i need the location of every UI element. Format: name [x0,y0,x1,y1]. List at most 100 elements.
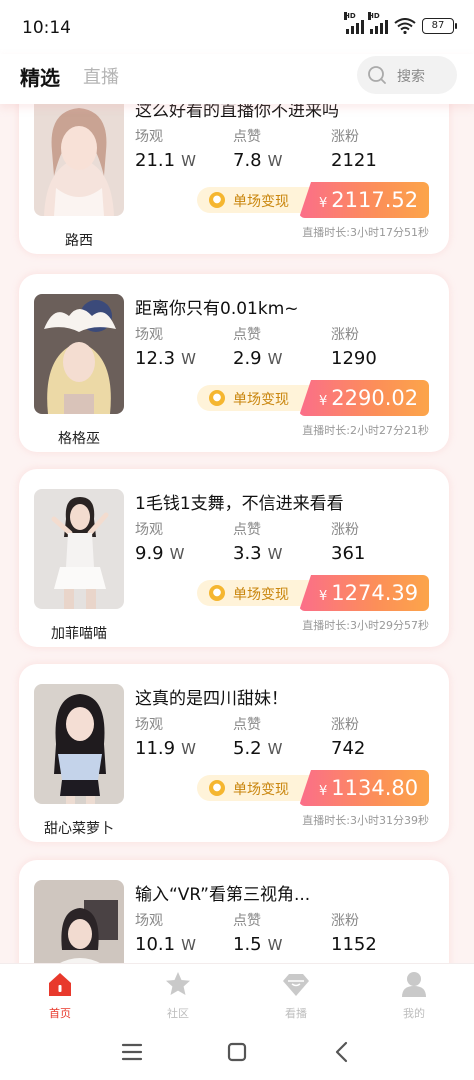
streamer-card[interactable]: 加菲喵喵 1毛钱1支舞，不信进来看看 场观 9.9 W 点赞 3.3 W 涨粉 36… [19,469,449,647]
stat-label: 点赞 [233,129,261,145]
streamer-name: 甜心菜萝卜 [44,821,114,837]
stat-unit: W [181,740,196,758]
stream-duration: 直播时长:3小时31分39秒 [302,814,429,827]
search-icon [368,66,386,84]
earnings-amount: ¥2117.52 [299,182,429,218]
stat-value: 1290 [331,348,377,369]
coin-icon: ● [209,192,225,208]
stat-unit: W [181,936,196,954]
signal-badge: HD [368,12,380,20]
stat-label: 场观 [135,129,163,145]
nav-label: 我的 [403,1007,425,1020]
stat-unit: W [181,152,196,170]
stat-likes: 点赞 7.8 W [233,126,282,171]
diamond-icon [283,974,309,996]
stat-views: 场观 10.1 W [135,910,196,955]
person-icon [402,972,426,997]
earnings-amount: ¥1274.39 [299,575,429,611]
stat-likes: 点赞 5.2 W [233,714,282,759]
stat-unit: W [181,350,196,368]
streamer-avatar[interactable] [34,96,124,216]
status-time: 10:14 [22,18,71,38]
stat-label: 点赞 [233,327,261,343]
battery-icon: 87 [422,18,457,34]
stat-fans: 涨粉 1152 [331,910,377,955]
stat-label: 点赞 [233,913,261,929]
stream-duration: 直播时长:3小时29分57秒 [302,619,429,632]
amount-value: 2290.02 [331,386,419,410]
earnings-label: 单场变现 [233,392,289,408]
stat-label: 涨粉 [331,717,359,733]
menu-icon[interactable] [120,1041,144,1063]
home-icon [49,973,71,996]
streamer-card[interactable]: 甜心菜萝卜 这真的是四川甜妹！ 场观 11.9 W 点赞 5.2 W 涨粉 742 … [19,664,449,842]
stat-unit: W [267,152,283,170]
stream-title[interactable]: 这真的是四川甜妹！ [135,684,288,709]
tab-live[interactable]: 直播 [83,63,119,89]
status-icons: HD HD 87 [344,12,457,34]
stat-views: 场观 21.1 W [135,126,196,171]
stat-value: 21.1 [135,150,176,171]
back-icon[interactable] [330,1041,354,1063]
search-placeholder: 搜索 [397,69,425,85]
tab-featured[interactable]: 精选 [20,62,60,91]
search-box[interactable]: 搜索 [357,56,457,94]
nav-label: 首页 [49,1007,71,1020]
signal-badge: HD [344,12,356,20]
stat-label: 点赞 [233,522,261,538]
earnings-label: 单场变现 [233,194,289,210]
home-square-icon[interactable] [225,1041,249,1063]
stat-value: 9.9 [135,543,164,564]
coin-icon: ● [209,585,225,601]
stat-value: 2121 [331,150,377,171]
stat-value: 1.5 [233,934,262,955]
stat-value: 10.1 [135,934,176,955]
stat-unit: W [267,350,283,368]
streamer-name: 格格巫 [58,431,100,447]
currency-symbol: ¥ [319,589,328,604]
stream-title[interactable]: 1毛钱1支舞，不信进来看看 [135,489,344,514]
signal-icon: HD [344,12,364,34]
stat-fans: 涨粉 742 [331,714,365,759]
stat-views: 场观 11.9 W [135,714,196,759]
wifi-icon [394,18,416,34]
stat-views: 场观 9.9 W [135,519,184,564]
nav-watch[interactable]: 看播 [266,970,326,1021]
stat-unit: W [267,936,283,954]
system-nav-bar [0,1023,474,1080]
amount-value: 1134.80 [331,776,419,800]
stat-fans: 涨粉 361 [331,519,365,564]
streamer-avatar[interactable] [34,489,124,609]
nav-me[interactable]: 我的 [384,970,444,1021]
stat-label: 场观 [135,717,163,733]
stat-label: 场观 [135,522,163,538]
stat-value: 2.9 [233,348,262,369]
stat-unit: W [169,545,185,563]
streamer-name: 路西 [65,233,93,249]
nav-home[interactable]: 首页 [30,970,90,1021]
stat-value: 3.3 [233,543,262,564]
stream-duration: 直播时长:2小时27分21秒 [302,424,429,437]
status-bar: 10:14 HD HD 87 [0,0,474,54]
nav-community[interactable]: 社区 [148,970,208,1021]
stream-title[interactable]: 距离你只有0.01km~ [135,294,299,319]
stat-likes: 点赞 2.9 W [233,324,282,369]
stream-title[interactable]: 输入“VR”看第三视角... [135,880,310,905]
stat-label: 场观 [135,913,163,929]
stat-value: 11.9 [135,738,176,759]
streamer-avatar[interactable] [34,684,124,804]
bottom-nav: 首页 社区 看播 我的 [0,963,474,1023]
nav-label: 看播 [285,1007,307,1020]
stat-value: 5.2 [233,738,262,759]
streamer-avatar[interactable] [34,294,124,414]
coin-icon: ● [209,390,225,406]
earnings-badge: ● 单场变现 ¥2117.52 [197,182,429,218]
stat-label: 场观 [135,327,163,343]
stat-value: 12.3 [135,348,176,369]
earnings-label: 单场变现 [233,782,289,798]
stat-label: 点赞 [233,717,261,733]
earnings-badge: ● 单场变现 ¥1134.80 [197,770,429,806]
signal-icon: HD [368,12,388,34]
amount-value: 2117.52 [331,188,419,212]
streamer-card[interactable]: 格格巫 距离你只有0.01km~ 场观 12.3 W 点赞 2.9 W 涨粉 129… [19,274,449,452]
